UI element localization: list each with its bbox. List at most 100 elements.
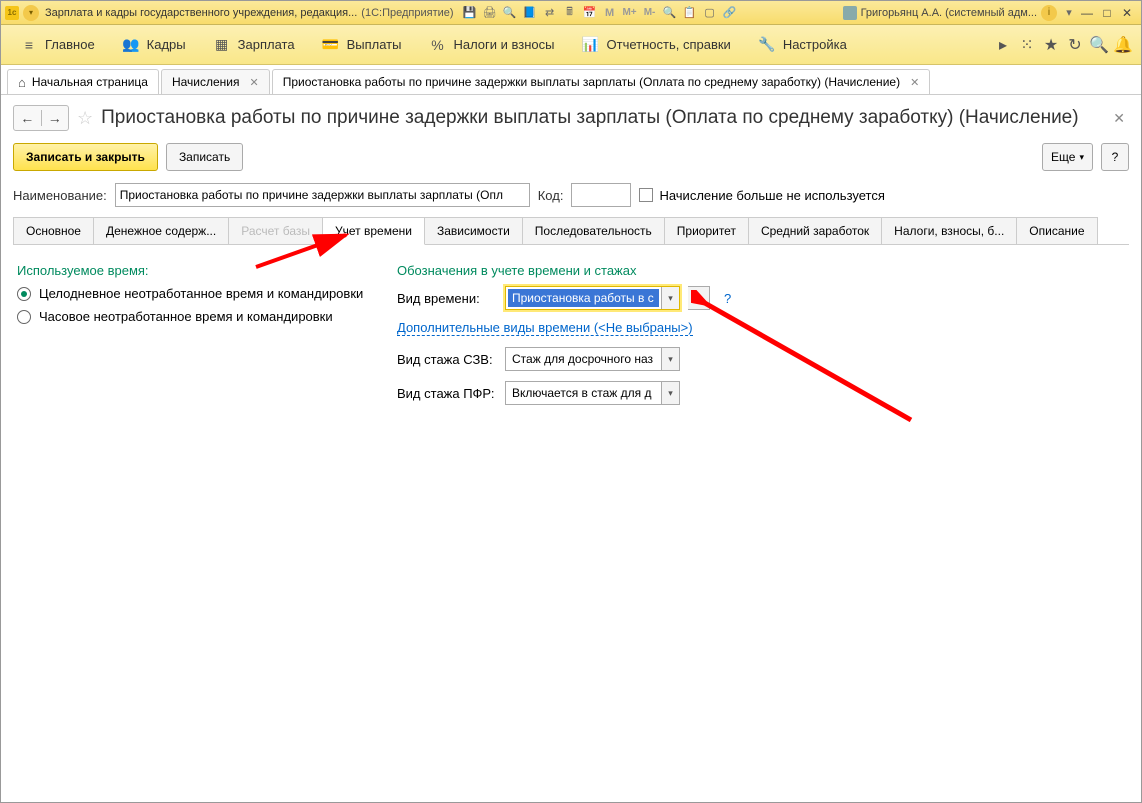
content-area: ← → ☆ Приостановка работы по причине зад… (1, 95, 1141, 802)
calculator-icon[interactable]: 🖩 (562, 5, 578, 21)
main-nav: ≡Главное 👥Кадры ▦Зарплата 💳Выплаты %Нало… (1, 25, 1141, 65)
itab-prioritet[interactable]: Приоритет (664, 217, 749, 244)
table-icon: ▦ (214, 37, 230, 53)
copy-icon[interactable]: 📋 (682, 5, 698, 21)
dropdown-icon[interactable]: ▾ (661, 287, 679, 309)
additional-kinds-link[interactable]: Дополнительные виды времени (<Не выбраны… (397, 320, 693, 336)
pfr-label: Вид стажа ПФР: (397, 386, 497, 401)
user-icon (843, 6, 857, 20)
unused-checkbox[interactable]: Начисление больше не используется (639, 188, 884, 203)
zoom-icon[interactable]: 🔍 (662, 5, 678, 21)
kind-help-icon[interactable]: ? (724, 291, 731, 306)
nav-zarplata[interactable]: ▦Зарплата (200, 25, 309, 64)
calendar-icon[interactable]: 📅 (582, 5, 598, 21)
m-plus-icon[interactable]: M+ (622, 5, 638, 21)
pfr-combo[interactable]: Включается в стаж для д ▾ (505, 381, 680, 405)
help-button[interactable]: ? (1101, 143, 1129, 171)
tab-current[interactable]: Приостановка работы по причине задержки … (272, 69, 931, 94)
tab-close-icon[interactable]: ✕ (910, 76, 919, 89)
nav-nalogi[interactable]: %Налоги и взносы (415, 25, 568, 64)
forward-icon[interactable]: → (42, 110, 69, 126)
print-icon[interactable]: 🖨 (482, 5, 498, 21)
itab-denezhnoe[interactable]: Денежное содерж... (93, 217, 229, 244)
nav-expand-icon[interactable]: ▸ (991, 33, 1015, 57)
m-icon[interactable]: M (602, 5, 618, 21)
star-icon[interactable]: ★ (1039, 33, 1063, 57)
itab-opisanie[interactable]: Описание (1016, 217, 1097, 244)
szv-combo[interactable]: Стаж для досрочного наз ▾ (505, 347, 680, 371)
name-label: Наименование: (13, 188, 107, 203)
tab-close-icon[interactable]: ✕ (250, 76, 259, 89)
code-input[interactable] (571, 183, 631, 207)
szv-label: Вид стажа СЗВ: (397, 352, 497, 367)
titlebar: 1c ▾ Зарплата и кадры государственного у… (1, 1, 1141, 25)
pfr-value: Включается в стаж для д (506, 386, 661, 400)
save-icon[interactable]: 💾 (462, 5, 478, 21)
user-info[interactable]: Григорьянц А.А. (системный адм... (843, 6, 1037, 20)
code-label: Код: (538, 188, 564, 203)
nav-nastroyka[interactable]: 🔧Настройка (745, 25, 861, 64)
itab-osnovnoe[interactable]: Основное (13, 217, 94, 244)
page-title: Приостановка работы по причине задержки … (101, 107, 1101, 129)
close-button[interactable]: ✕ (1117, 5, 1137, 21)
itab-raschet[interactable]: Расчет базы (228, 217, 323, 244)
bell-icon[interactable]: 🔔 (1111, 33, 1135, 57)
kind-open-button[interactable]: ↗ (688, 286, 710, 310)
save-close-button[interactable]: Записать и закрыть (13, 143, 158, 171)
menu-icon: ≡ (21, 37, 37, 53)
link-icon[interactable]: 🔗 (722, 5, 738, 21)
open-icon[interactable]: ↗ (688, 287, 709, 309)
window-icon[interactable]: ▢ (702, 5, 718, 21)
szv-value: Стаж для досрочного наз (506, 352, 661, 366)
itab-sredniy[interactable]: Средний заработок (748, 217, 882, 244)
name-input[interactable] (115, 183, 530, 207)
nav-main[interactable]: ≡Главное (7, 25, 109, 64)
history-icon[interactable]: ↻ (1063, 33, 1087, 57)
designation-title: Обозначения в учете времени и стажах (397, 263, 1125, 278)
app-menu-dropdown[interactable]: ▾ (23, 5, 39, 21)
info-dropdown[interactable]: ▾ (1061, 5, 1077, 21)
wrench-icon: 🔧 (759, 37, 775, 53)
tab-home[interactable]: ⌂ Начальная страница (7, 69, 159, 94)
search-icon[interactable]: 🔍 (1087, 33, 1111, 57)
more-button[interactable]: Еще (1042, 143, 1093, 171)
info-icon[interactable]: i (1041, 5, 1057, 21)
user-name: Григорьянц А.А. (системный адм... (861, 7, 1037, 19)
page-close-icon[interactable]: ✕ (1109, 106, 1129, 131)
kind-value: Приостановка работы в с (508, 289, 659, 307)
radio-daily[interactable]: Целодневное неотработанное время и коман… (17, 286, 367, 301)
window-tabs: ⌂ Начальная страница Начисления ✕ Приост… (1, 65, 1141, 95)
preview-icon[interactable]: 🔍 (502, 5, 518, 21)
itab-zavisimosti[interactable]: Зависимости (424, 217, 523, 244)
m-minus-icon[interactable]: M- (642, 5, 658, 21)
percent-icon: % (429, 37, 445, 53)
checkbox-icon (639, 188, 653, 202)
nav-arrows[interactable]: ← → (13, 105, 69, 131)
apps-icon[interactable]: ⁙ (1015, 33, 1039, 57)
kind-combo[interactable]: Приостановка работы в с ▾ (505, 286, 680, 310)
used-time-title: Используемое время: (17, 263, 367, 278)
maximize-button[interactable]: □ (1097, 5, 1117, 21)
nav-kadry[interactable]: 👥Кадры (109, 25, 200, 64)
dropdown-icon[interactable]: ▾ (661, 348, 679, 370)
radio-hourly[interactable]: Часовое неотработанное время и командиро… (17, 309, 367, 324)
itab-posledovatelnost[interactable]: Последовательность (522, 217, 665, 244)
radio-icon (17, 310, 31, 324)
itab-uchet-vremeni[interactable]: Учет времени (322, 217, 425, 245)
nav-otchetnost[interactable]: 📊Отчетность, справки (569, 25, 745, 64)
people-icon: 👥 (123, 37, 139, 53)
time-tab-pane: Используемое время: Целодневное неотрабо… (13, 257, 1129, 421)
back-icon[interactable]: ← (14, 110, 42, 126)
itab-nalogi[interactable]: Налоги, взносы, б... (881, 217, 1017, 244)
favorite-star-icon[interactable]: ☆ (77, 108, 93, 129)
dropdown-icon[interactable]: ▾ (661, 382, 679, 404)
app-suffix: (1С:Предприятие) (361, 7, 453, 19)
nav-vyplaty[interactable]: 💳Выплаты (309, 25, 416, 64)
minimize-button[interactable]: — (1077, 5, 1097, 21)
compare-icon[interactable]: ⇄ (542, 5, 558, 21)
home-icon: ⌂ (18, 75, 26, 90)
card-icon: 💳 (323, 37, 339, 53)
kind-label: Вид времени: (397, 291, 497, 306)
save-button[interactable]: Записать (166, 143, 243, 171)
tab-nachisleniya[interactable]: Начисления ✕ (161, 69, 270, 94)
